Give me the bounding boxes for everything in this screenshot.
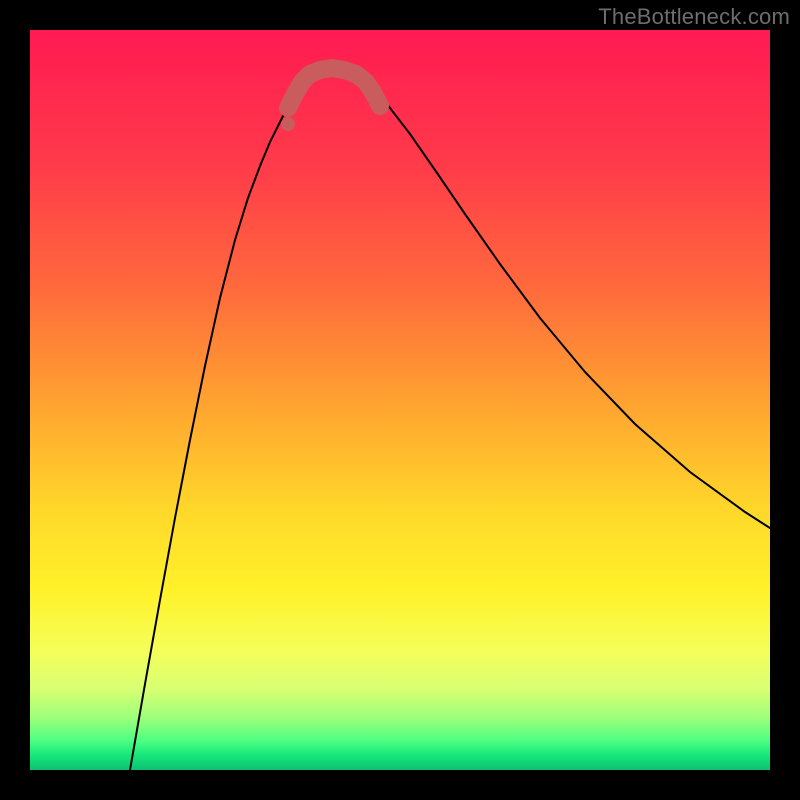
small-dot (281, 117, 295, 131)
watermark-label: TheBottleneck.com (598, 4, 790, 30)
chart-overlay-svg (30, 30, 770, 770)
bottom-highlight (288, 68, 380, 108)
curve-left-branch (130, 80, 305, 770)
curve-right-branch (365, 80, 770, 528)
chart-plot-area (30, 30, 770, 770)
